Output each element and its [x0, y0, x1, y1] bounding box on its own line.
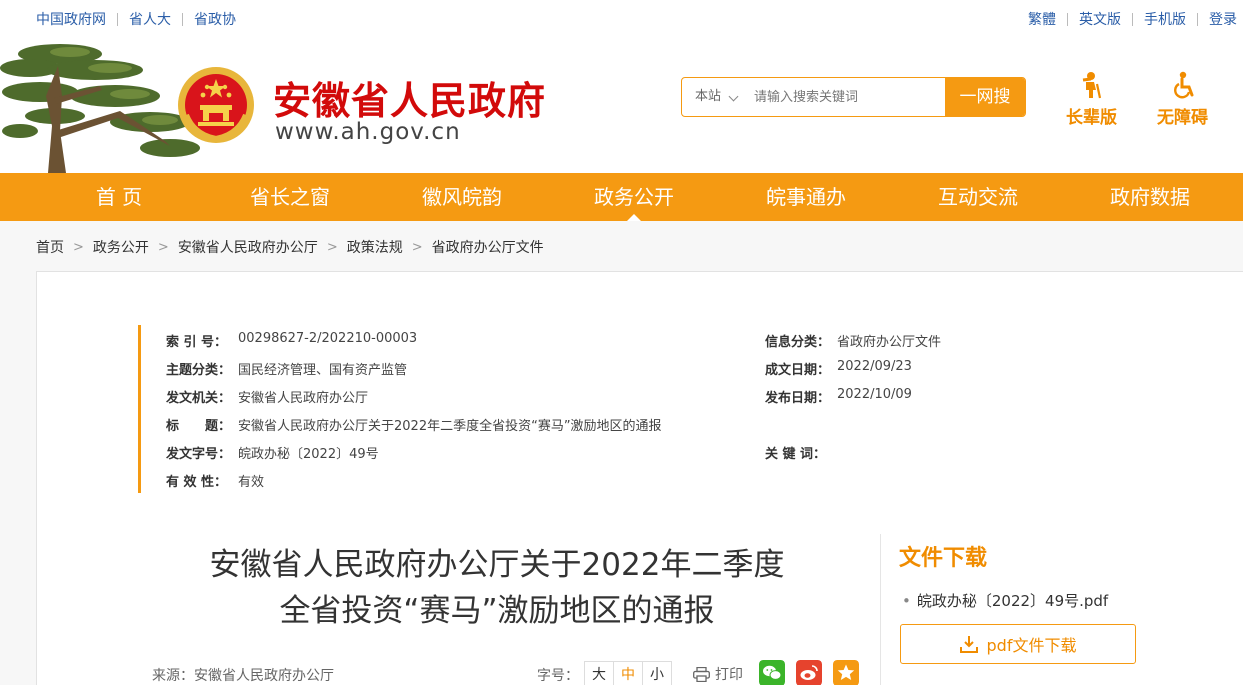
national-emblem-icon [178, 67, 254, 143]
link-mobile[interactable]: 手机版 [1144, 9, 1186, 29]
favorite-star-icon[interactable] [833, 660, 859, 685]
search-box: 本站 一网搜 [681, 77, 1026, 117]
font-size-control: 字号： 大 中 小 [537, 661, 672, 685]
breadcrumb-item[interactable]: 政策法规 [347, 237, 403, 257]
site-header: 安徽省人民政府 www.ah.gov.cn 本站 一网搜 长辈版 [0, 36, 1243, 173]
document-title-line: 安徽省人民政府办公厅关于2022年二季度 [209, 547, 785, 583]
search-scope-select[interactable]: 本站 [682, 78, 746, 116]
main-nav: 首 页 省长之窗 徽风皖韵 政务公开 皖事通办 互动交流 政府数据 [0, 173, 1243, 221]
chevron-right-icon: > [326, 239, 338, 255]
top-links-left: 中国政府网 省人大 省政协 [36, 9, 236, 29]
document-source: 来源：安徽省人民政府办公厅 [152, 668, 334, 684]
divider [1197, 12, 1198, 26]
download-file-link[interactable]: 皖政办秘〔2022〕49号.pdf [902, 590, 1108, 611]
breadcrumb-item[interactable]: 政务公开 [93, 237, 149, 257]
nav-culture[interactable]: 徽风皖韵 [376, 173, 548, 221]
link-english[interactable]: 英文版 [1079, 9, 1121, 29]
nav-gov-data[interactable]: 政府数据 [1064, 173, 1236, 221]
nav-gov-affairs[interactable]: 政务公开 [548, 173, 720, 221]
pdf-download-button[interactable]: pdf文件下载 [900, 624, 1136, 664]
document-title: 安徽省人民政府办公厅关于2022年二季度 全省投资“赛马”激励地区的通报 [147, 542, 847, 634]
content-panel: 索 引 号： 00298627-2/202210-00003 信息分类： 省政府… [36, 271, 1243, 685]
divider [182, 12, 183, 26]
nav-governor[interactable]: 省长之窗 [204, 173, 376, 221]
document-title-line: 全省投资“赛马”激励地区的通报 [279, 593, 715, 629]
link-traditional-chinese[interactable]: 繁體 [1028, 9, 1056, 29]
elder-mode-label: 长辈版 [1066, 108, 1117, 128]
chevron-right-icon: > [157, 239, 169, 255]
chevron-right-icon: > [411, 239, 423, 255]
breadcrumb: 首页 > 政务公开 > 安徽省人民政府办公厅 > 政策法规 > 省政府办公厅文件 [36, 237, 544, 257]
link-provincial-congress[interactable]: 省人大 [129, 9, 171, 29]
print-button[interactable]: 打印 [693, 664, 743, 684]
downloads-title: 文件下载 [899, 546, 988, 571]
divider [1067, 12, 1068, 26]
breadcrumb-item[interactable]: 省政府办公厅文件 [432, 237, 544, 257]
font-size-label: 字号： [537, 667, 579, 684]
link-login[interactable]: 登录 [1209, 9, 1237, 29]
nav-home[interactable]: 首 页 [84, 173, 154, 221]
chevron-right-icon: > [73, 239, 84, 255]
wheelchair-icon [1173, 71, 1193, 99]
breadcrumb-item[interactable]: 安徽省人民政府办公厅 [178, 237, 318, 257]
pine-tree-decoration [0, 44, 200, 173]
accessible-mode-label: 无障碍 [1157, 108, 1208, 128]
divider [880, 534, 881, 685]
pdf-download-label: pdf文件下载 [986, 636, 1077, 655]
font-size-large-button[interactable]: 大 [584, 661, 614, 685]
top-bar: 中国政府网 省人大 省政协 繁體 英文版 手机版 登录 [0, 0, 1243, 36]
print-label: 打印 [715, 667, 743, 683]
accessible-mode-button[interactable]: 无障碍 [1157, 69, 1208, 128]
chevron-down-icon [728, 91, 739, 102]
site-title: 安徽省人民政府 [273, 79, 547, 123]
nav-interaction[interactable]: 互动交流 [892, 173, 1064, 221]
site-url: www.ah.gov.cn [275, 119, 461, 145]
document-metadata: 索 引 号： 00298627-2/202210-00003 信息分类： 省政府… [138, 325, 1138, 493]
download-icon [959, 636, 978, 653]
breadcrumb-item[interactable]: 首页 [36, 237, 64, 257]
search-scope-label: 本站 [695, 89, 722, 104]
elder-mode-button[interactable]: 长辈版 [1066, 69, 1117, 128]
link-gov-cn[interactable]: 中国政府网 [36, 9, 106, 29]
divider [1132, 12, 1133, 26]
wechat-share-icon[interactable] [759, 660, 785, 685]
nav-services[interactable]: 皖事通办 [720, 173, 892, 221]
elder-icon [1082, 72, 1101, 99]
search-input[interactable] [746, 78, 946, 116]
printer-icon [693, 666, 710, 682]
link-provincial-cppcc[interactable]: 省政协 [194, 9, 236, 29]
font-size-small-button[interactable]: 小 [642, 661, 672, 685]
weibo-share-icon[interactable] [796, 660, 822, 685]
font-size-medium-button[interactable]: 中 [613, 661, 643, 685]
divider [117, 12, 118, 26]
search-button[interactable]: 一网搜 [945, 78, 1025, 116]
top-links-right: 繁體 英文版 手机版 登录 [1028, 9, 1237, 29]
